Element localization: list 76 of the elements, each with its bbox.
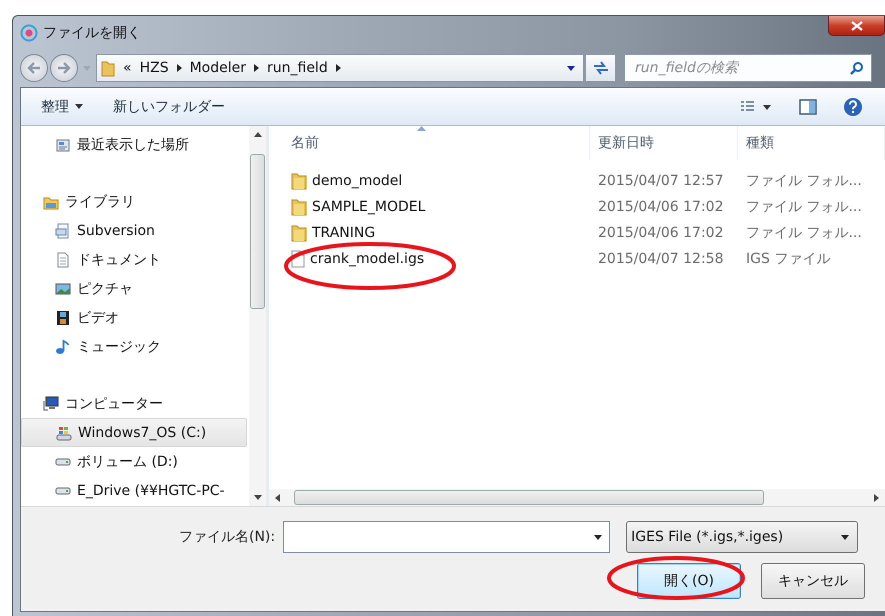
left-arrow-icon [27, 62, 41, 74]
file-name[interactable]: SAMPLE_MODEL [312, 199, 426, 215]
chevron-icon[interactable] [336, 64, 341, 72]
film-icon [55, 310, 71, 326]
window-title: ファイルを開く [43, 24, 141, 42]
document-icon [55, 252, 71, 268]
overflow-chevron[interactable]: « [123, 60, 132, 76]
sidebar-item[interactable]: Windows7_OS (C:) [21, 418, 247, 447]
modified-date: 2015/04/06 17:02 [597, 225, 724, 241]
sidebar-item[interactable]: ボリューム (D:) [21, 447, 247, 476]
chevron-icon[interactable] [254, 64, 259, 72]
file-type-dropdown[interactable]: IGES File (*.igs,*.iges) [626, 521, 858, 553]
organize-menu-button[interactable]: 整理 [33, 94, 91, 120]
right-arrow-icon [57, 62, 71, 74]
scroll-up-arrow-icon[interactable] [254, 132, 262, 137]
scroll-left-arrow-icon[interactable] [275, 494, 280, 502]
caret-icon[interactable] [594, 535, 602, 540]
address-bar[interactable]: « HZS Modeler run_field [96, 54, 584, 82]
music-note-icon [55, 338, 71, 354]
document-icon [55, 222, 71, 238]
refresh-icon [592, 60, 610, 76]
folder-icon [291, 224, 307, 242]
sort-arrow-icon [417, 126, 426, 131]
sidebar-item[interactable]: 最近表示した場所 [21, 130, 247, 159]
folder-icon [291, 198, 307, 216]
scroll-right-arrow-icon[interactable] [874, 494, 879, 502]
sidebar-item[interactable]: ピクチャ [21, 274, 247, 303]
breadcrumb-segment[interactable]: HZS [140, 60, 169, 76]
sidebar-item[interactable]: ライブラリ [21, 187, 247, 216]
modified-date: 2015/04/06 17:02 [597, 199, 724, 215]
horizontal-scrollbar[interactable] [269, 489, 885, 506]
search-field[interactable]: run_fieldの検索 [624, 54, 872, 82]
system-drive-icon [56, 424, 72, 440]
sidebar-item[interactable]: ドキュメント [21, 245, 247, 274]
filename-field[interactable] [283, 521, 610, 553]
file-type: ファイル フォル... [745, 172, 863, 190]
drive-icon [55, 486, 71, 494]
file-name[interactable]: demo_model [312, 173, 402, 189]
file-type: ファイル フォル... [745, 224, 863, 242]
sidebar-item[interactable]: E_Drive (¥¥HGTC-PC- [21, 476, 247, 505]
vertical-scrollbar[interactable] [249, 126, 266, 506]
breadcrumb-segment[interactable]: Modeler [190, 60, 246, 76]
folder-icon [101, 59, 115, 77]
drive-icon [55, 458, 71, 466]
chevron-icon[interactable] [176, 64, 182, 72]
caret-icon [75, 104, 83, 109]
folder-icon [291, 172, 307, 190]
filename-label: ファイル名(N): [179, 528, 276, 546]
scroll-down-arrow-icon[interactable] [254, 495, 262, 500]
caret-icon [841, 534, 850, 540]
computer-icon [43, 396, 59, 412]
modified-date: 2015/04/07 12:57 [597, 173, 724, 189]
sidebar-item[interactable]: ビデオ [21, 303, 247, 332]
file-type: ファイル フォル... [745, 198, 863, 216]
new-folder-button[interactable]: 新しいフォルダー [105, 94, 233, 120]
close-icon [850, 20, 862, 30]
forward-button[interactable] [50, 54, 78, 82]
cancel-button[interactable]: キャンセル [761, 563, 865, 599]
caret-icon[interactable] [567, 66, 575, 70]
sidebar-item[interactable]: ミュージック [21, 332, 247, 361]
back-button[interactable] [20, 54, 48, 82]
sidebar-item[interactable]: Subversion [21, 216, 247, 245]
refresh-button[interactable] [586, 54, 616, 82]
app-logo-icon [20, 24, 38, 42]
file-type: IGS ファイル [745, 250, 832, 268]
breadcrumb-segment[interactable]: run_field [267, 60, 328, 76]
recent-places-icon [55, 136, 71, 152]
column-header[interactable]: 更新日時 [590, 126, 738, 160]
file-name[interactable]: TRANING [312, 225, 376, 241]
column-header[interactable]: 種類 [738, 126, 885, 160]
picture-icon [55, 280, 71, 296]
close-button[interactable] [828, 16, 885, 36]
column-header[interactable]: 名前 [269, 126, 590, 160]
sidebar-item[interactable]: コンピューター [21, 389, 247, 418]
search-icon [850, 61, 864, 75]
modified-date: 2015/04/07 12:58 [597, 251, 724, 267]
